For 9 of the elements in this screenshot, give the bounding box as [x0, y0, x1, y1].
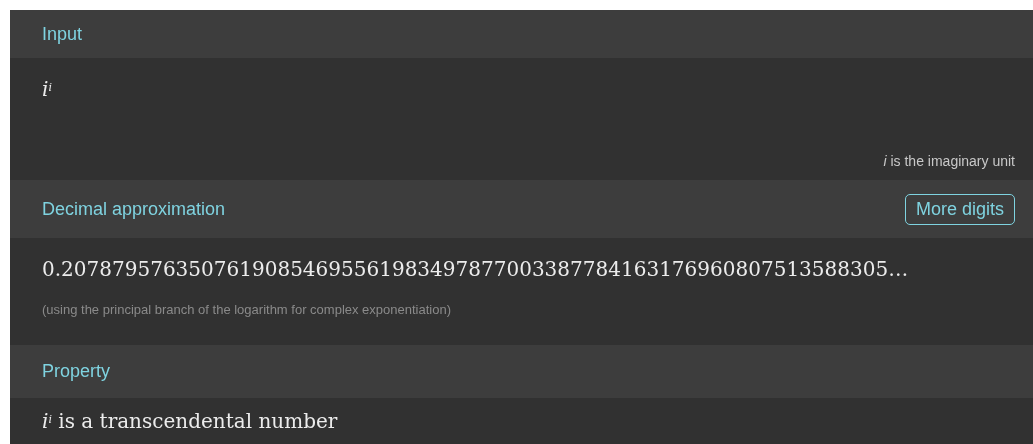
result-text: 0.20787957635076190854695561983497877003387784163176960807513588305… — [42, 256, 909, 283]
section-title: Input — [42, 22, 83, 46]
more-digits-button[interactable]: More digits — [904, 193, 1015, 225]
result-text: i$^{i}$ — [42, 76, 52, 103]
result-text: i$^{i}$ is a transcendental number — [42, 408, 338, 435]
footnote-text: (using the principal branch of the logarithm for complex exponentiation) — [42, 301, 451, 319]
note-text: i is the imaginary unit — [883, 152, 1015, 171]
section-title: Decimal approximation — [42, 197, 226, 221]
section-title: Property — [42, 360, 111, 383]
